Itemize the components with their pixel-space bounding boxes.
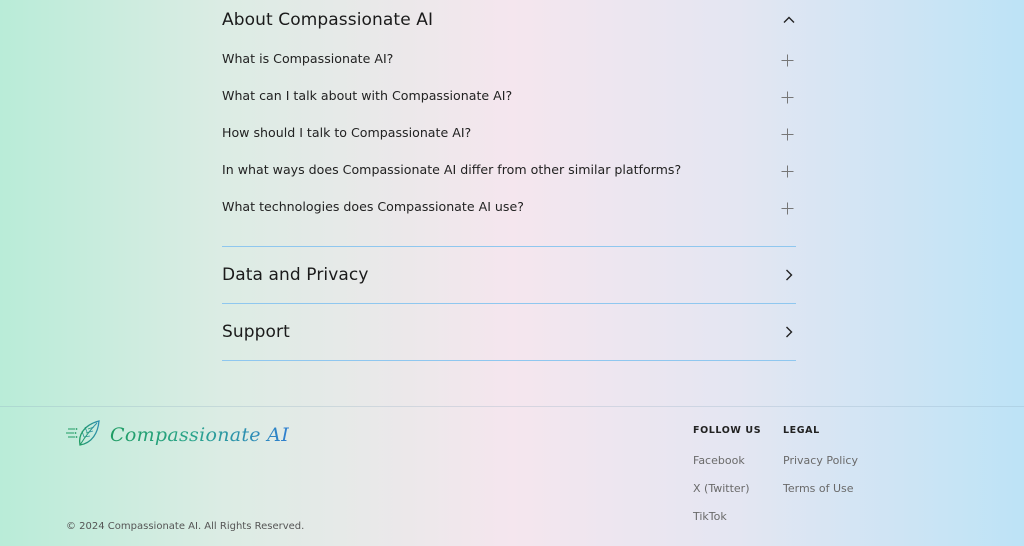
question-label: What technologies does Compassionate AI … <box>222 199 524 214</box>
faq-question-item[interactable]: How should I talk to Compassionate AI? <box>222 114 796 151</box>
footer-link-privacy-policy[interactable]: Privacy Policy <box>783 454 858 468</box>
footer-column-legal: LEGAL Privacy Policy Terms of Use <box>783 425 858 510</box>
faq-accordion: About Compassionate AI What is Compassio… <box>222 0 796 361</box>
footer: Compassionate AI © 2024 Compassionate AI… <box>0 406 1024 546</box>
leaf-logo-icon <box>66 419 102 451</box>
question-label: How should I talk to Compassionate AI? <box>222 125 472 140</box>
footer-column-follow-us: FOLLOW US Facebook X (Twitter) TikTok <box>693 425 761 538</box>
faq-question-item[interactable]: What can I talk about with Compassionate… <box>222 77 796 114</box>
faq-question-item[interactable]: What technologies does Compassionate AI … <box>222 188 796 225</box>
footer-link-terms-of-use[interactable]: Terms of Use <box>783 482 858 496</box>
footer-column-title: LEGAL <box>783 425 820 436</box>
section-title-about: About Compassionate AI <box>222 10 434 30</box>
footer-link-twitter[interactable]: X (Twitter) <box>693 482 761 496</box>
faq-question-item[interactable]: In what ways does Compassionate AI diffe… <box>222 151 796 188</box>
plus-icon[interactable] <box>781 89 794 104</box>
chevron-right-icon[interactable] <box>782 268 796 282</box>
chevron-up-icon[interactable] <box>782 13 796 27</box>
chevron-right-icon[interactable] <box>782 325 796 339</box>
section-title-support: Support <box>222 322 290 342</box>
faq-section-support[interactable]: Support <box>222 304 796 360</box>
footer-link-facebook[interactable]: Facebook <box>693 454 761 468</box>
copyright-text: © 2024 Compassionate AI. All Rights Rese… <box>66 521 305 532</box>
question-label: What is Compassionate AI? <box>222 51 394 66</box>
faq-question-item[interactable]: What is Compassionate AI? <box>222 40 796 77</box>
question-label: In what ways does Compassionate AI diffe… <box>222 162 682 177</box>
faq-section-about[interactable]: About Compassionate AI <box>222 0 796 40</box>
section-title-data-privacy: Data and Privacy <box>222 265 369 285</box>
plus-icon[interactable] <box>781 126 794 141</box>
section-divider <box>222 360 796 361</box>
footer-link-tiktok[interactable]: TikTok <box>693 510 761 524</box>
question-label: What can I talk about with Compassionate… <box>222 88 513 103</box>
plus-icon[interactable] <box>781 52 794 67</box>
footer-column-title: FOLLOW US <box>693 425 762 436</box>
plus-icon[interactable] <box>781 163 794 178</box>
plus-icon[interactable] <box>781 200 794 215</box>
faq-section-data-privacy[interactable]: Data and Privacy <box>222 247 796 303</box>
logo-text: Compassionate AI <box>110 424 290 446</box>
logo[interactable]: Compassionate AI <box>66 419 289 451</box>
